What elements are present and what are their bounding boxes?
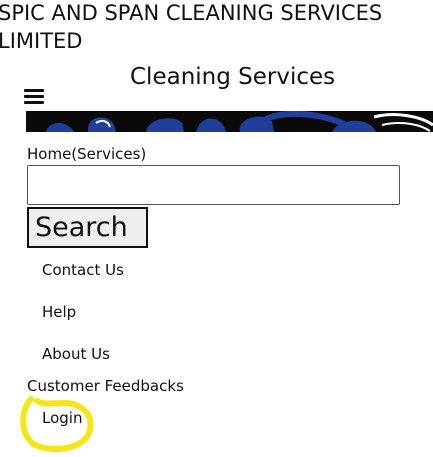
search-button[interactable]: Search (27, 207, 148, 248)
page-title: Cleaning Services (130, 64, 336, 90)
nav-link-help[interactable]: Help (42, 302, 76, 322)
search-input[interactable] (27, 165, 400, 205)
menu-bar-line (24, 101, 44, 104)
banner-image (26, 111, 433, 132)
nav-link-customer-feedbacks[interactable]: Customer Feedbacks (27, 376, 184, 396)
breadcrumb[interactable]: Home(Services) (27, 144, 146, 164)
company-name: SPIC AND SPAN CLEANING SERVICES LIMITED (0, 1, 383, 53)
nav-link-about[interactable]: About Us (42, 344, 110, 364)
nav-link-contact[interactable]: Contact Us (42, 260, 124, 280)
nav-link-login[interactable]: Login (42, 408, 82, 428)
menu-bar-line (24, 89, 44, 92)
hamburger-menu-icon[interactable] (24, 89, 44, 107)
banner-graphic (26, 111, 433, 132)
menu-bar-line (24, 95, 44, 98)
page: SPIC AND SPAN CLEANING SERVICES LIMITED … (0, 0, 433, 457)
